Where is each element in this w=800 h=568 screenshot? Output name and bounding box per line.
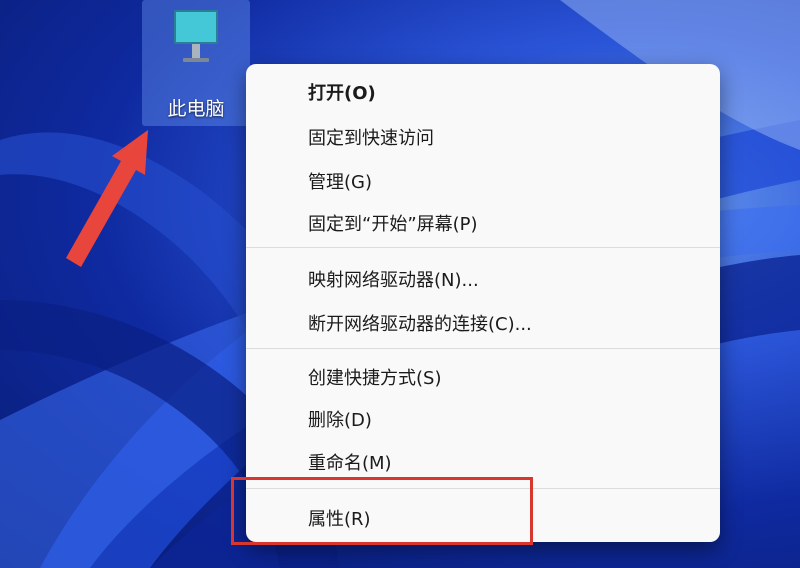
menu-item-rename[interactable]: 重命名(M): [308, 449, 392, 475]
menu-item-delete[interactable]: 删除(D): [308, 406, 372, 432]
menu-item-map-network-drive[interactable]: 映射网络驱动器(N)...: [308, 266, 479, 292]
properties-highlight-box: [231, 477, 533, 545]
annotation-arrow: [66, 130, 148, 267]
menu-item-pin-start[interactable]: 固定到“开始”屏幕(P): [308, 210, 478, 236]
menu-item-disconnect-network-drive[interactable]: 断开网络驱动器的连接(C)...: [308, 310, 532, 336]
menu-separator: [246, 247, 720, 248]
menu-separator: [246, 348, 720, 349]
menu-item-create-shortcut[interactable]: 创建快捷方式(S): [308, 364, 441, 390]
menu-item-manage[interactable]: 管理(G): [308, 168, 372, 194]
context-menu: 打开(O) 固定到快速访问 管理(G) 固定到“开始”屏幕(P) 映射网络驱动器…: [246, 64, 720, 542]
menu-item-open[interactable]: 打开(O): [308, 79, 376, 105]
menu-item-pin-quick-access[interactable]: 固定到快速访问: [308, 124, 434, 150]
